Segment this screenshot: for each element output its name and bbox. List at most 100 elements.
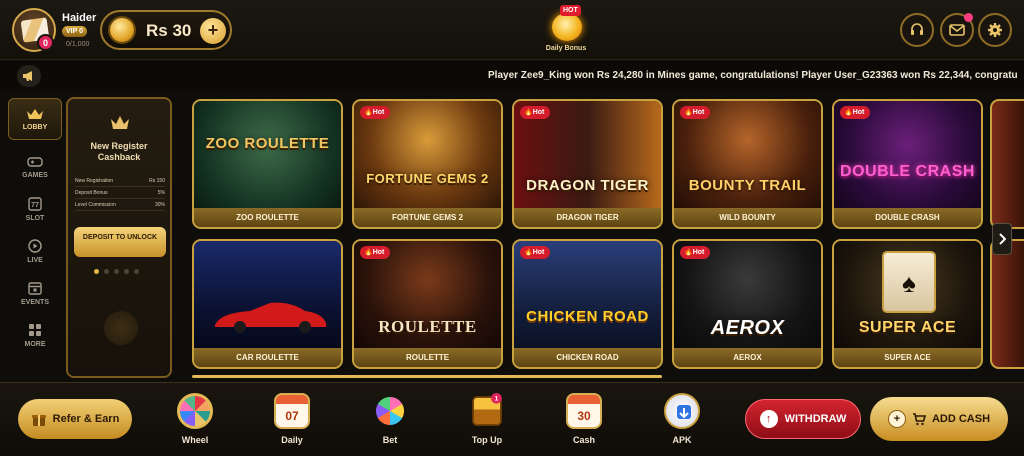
game-name: CAR ROULETTE [194, 348, 341, 367]
add-funds-button[interactable]: + [200, 18, 226, 44]
withdraw-button[interactable]: ↑ WITHDRAW [745, 399, 861, 439]
game-card-car-roulette[interactable]: CAR ROULETTE [192, 239, 343, 369]
promo-row-value: 5% [157, 189, 165, 196]
nav-label: Bet [382, 435, 398, 445]
crown-icon [27, 108, 43, 119]
arrow-up-icon: ↑ [759, 410, 778, 428]
withdraw-label: WITHDRAW [784, 413, 847, 425]
game-card-aerox[interactable]: 🔥Hot AEROX AEROX [672, 239, 823, 369]
promo-decoration [104, 311, 138, 345]
coin-icon [110, 18, 134, 42]
nav-bet[interactable]: Bet [360, 393, 420, 453]
calendar-icon [28, 281, 42, 295]
hot-label: Hot [692, 249, 705, 256]
chevron-right-icon [999, 233, 1006, 245]
fire-icon: 🔥 [364, 249, 373, 256]
nav-daily[interactable]: 07 Daily [262, 393, 322, 453]
sidebar-item-events[interactable]: EVENTS [8, 272, 62, 314]
sidebar-label: MORE [24, 340, 46, 348]
mail-icon [949, 24, 965, 36]
sidebar-item-live[interactable]: LIVE [8, 230, 62, 272]
sidebar-item-more[interactable]: MORE [8, 314, 62, 356]
sidebar-item-games[interactable]: GAMES [8, 146, 62, 188]
fire-icon: 🔥 [844, 109, 853, 116]
promo-table: New Registration Rs 150 Deposit Bonus 5%… [75, 175, 165, 211]
game-logo: DRAGON TIGER [526, 177, 649, 194]
next-page-button[interactable] [992, 223, 1012, 255]
game-card-partial[interactable] [990, 99, 1024, 229]
daily-bonus-label: Daily Bonus [545, 45, 587, 52]
game-name: CHICKEN ROAD [514, 348, 661, 367]
carousel-dot[interactable] [104, 269, 109, 274]
horizontal-scrollbar[interactable] [192, 375, 662, 378]
balance-pill[interactable]: Rs 30 + [100, 10, 232, 50]
fire-icon: 🔥 [524, 249, 533, 256]
game-logo: DOUBLE CRASH [840, 163, 975, 180]
game-card-double-crash[interactable]: 🔥Hot DOUBLE CRASH DOUBLE CRASH [832, 99, 983, 229]
promo-panel[interactable]: New Register Cashback New Registration R… [66, 97, 172, 378]
sidebar-label: LOBBY [22, 123, 48, 131]
refer-and-earn-button[interactable]: Refer & Earn [18, 399, 132, 439]
fire-icon: 🔥 [684, 249, 693, 256]
refer-label: Refer & Earn [52, 413, 120, 425]
add-cash-button[interactable]: + ADD CASH [870, 397, 1008, 441]
nav-cash[interactable]: 30 Cash [554, 393, 614, 453]
headset-icon [911, 23, 923, 35]
fire-icon: 🔥 [364, 109, 373, 116]
deposit-to-unlock-button[interactable]: DEPOSIT TO UNLOCK [74, 227, 166, 257]
ticker-toggle[interactable] [17, 65, 41, 87]
gift-icon [552, 13, 582, 41]
calendar-icon: 30 [566, 393, 602, 429]
plus-icon: + [887, 410, 906, 428]
carousel-dot[interactable] [124, 269, 129, 274]
nav-label: Top Up [471, 435, 503, 445]
nav-wheel[interactable]: Wheel [165, 393, 225, 453]
promo-row-value: 30% [154, 201, 165, 208]
carousel-dot[interactable] [114, 269, 119, 274]
crown-icon [111, 116, 129, 129]
cart-icon [912, 413, 926, 426]
spade-ace-icon: ♠ [882, 251, 936, 313]
game-card-dragon-tiger[interactable]: 🔥Hot DRAGON TIGER DRAGON TIGER [512, 99, 663, 229]
game-card-wild-bounty[interactable]: 🔥Hot BOUNTY TRAIL WILD BOUNTY [672, 99, 823, 229]
play-icon [28, 238, 42, 253]
vip-progress: 0/1,000 [66, 41, 90, 48]
megaphone-icon [23, 71, 32, 81]
gear-icon [988, 23, 1002, 37]
game-card-roulette[interactable]: 🔥Hot ROULETTE ROULETTE [352, 239, 503, 369]
game-logo: FORTUNE GEMS 2 [366, 171, 489, 186]
game-art [194, 101, 341, 211]
slot-icon: 77 [28, 196, 42, 211]
carousel-dot[interactable] [134, 269, 139, 274]
vip-badge[interactable]: VIP 0 [62, 26, 87, 37]
sports-car-icon [215, 302, 326, 333]
balance-amount: Rs 30 [146, 21, 192, 40]
sidebar-item-lobby[interactable]: LOBBY [8, 98, 62, 140]
support-button[interactable] [900, 13, 934, 47]
game-card-super-ace[interactable]: ♠ SUPER ACE SUPER ACE [832, 239, 983, 369]
nav-label: Cash [572, 435, 595, 445]
sidebar-item-slot[interactable]: 77 SLOT [8, 188, 62, 230]
fire-icon: 🔥 [684, 109, 693, 116]
game-card-fortune-gems-2[interactable]: 🔥Hot FORTUNE GEMS 2 FORTUNE GEMS 2 [352, 99, 503, 229]
carousel-dot[interactable] [94, 269, 99, 274]
hot-label: Hot [372, 109, 385, 116]
hot-label: Hot [692, 109, 705, 116]
promo-row-label: Deposit Bonus [75, 189, 108, 196]
nav-top-up[interactable]: 1 Top Up [457, 392, 517, 453]
ticker-text: Player Zee9_King won Rs 24,280 in Mines … [488, 70, 1018, 81]
settings-button[interactable] [978, 13, 1012, 47]
sidebar-label: GAMES [22, 171, 48, 179]
game-card-chicken-road[interactable]: 🔥Hot CHICKEN ROAD CHICKEN ROAD [512, 239, 663, 369]
hot-badge: 🔥Hot [680, 106, 711, 119]
avatar-badge: 0 [37, 34, 54, 51]
sidebar-label: LIVE [27, 256, 43, 264]
game-card-zoo-roulette[interactable]: ZOO ROULETTE ZOO ROULETTE [192, 99, 343, 229]
game-card-partial[interactable] [990, 239, 1024, 369]
messages-button[interactable] [940, 13, 974, 47]
nav-label: Daily [281, 435, 303, 445]
daily-bonus-button[interactable]: HOT [546, 5, 586, 43]
nav-apk[interactable]: APK [652, 393, 712, 453]
promo-title: New Register Cashback [90, 141, 148, 162]
hot-badge: 🔥Hot [520, 246, 551, 259]
